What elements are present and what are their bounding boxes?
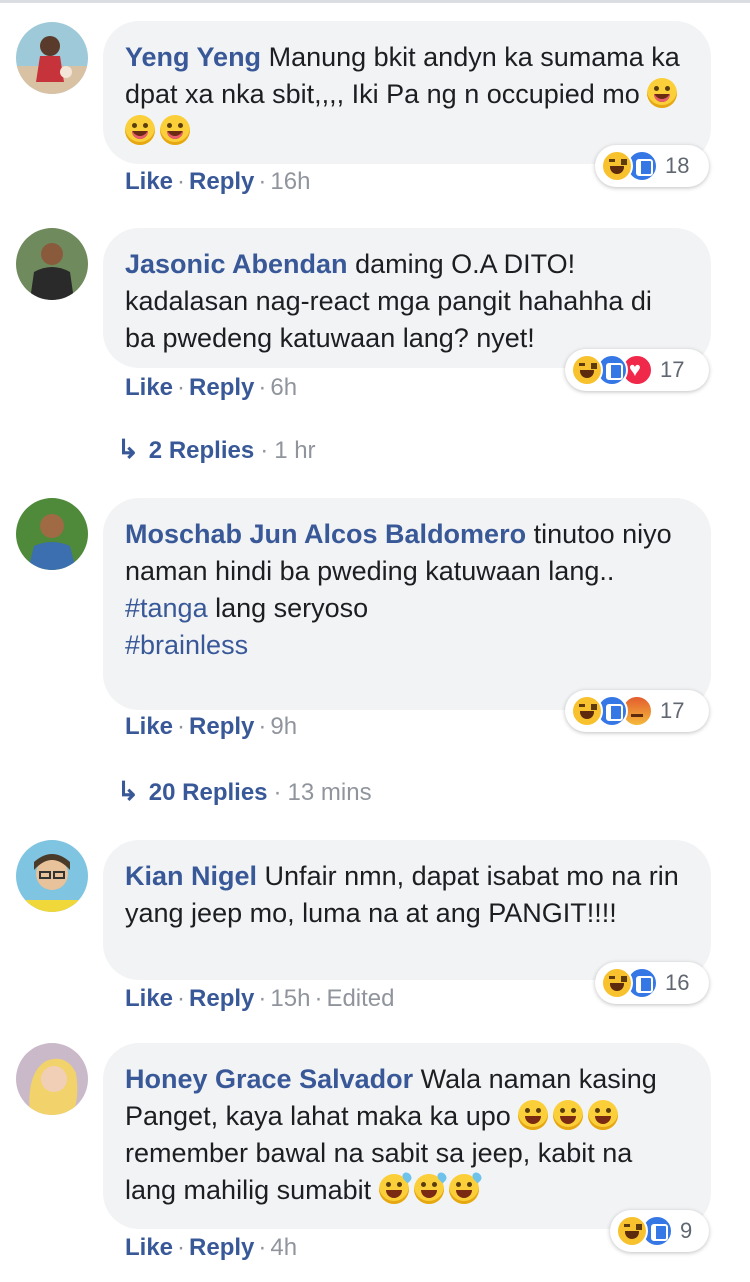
- replies-time: 1 hr: [274, 437, 316, 464]
- grin-emoji-icon: [518, 1100, 549, 1130]
- comment-author[interactable]: Jasonic Abendan: [125, 249, 348, 279]
- haha-reaction-icon: [571, 354, 603, 386]
- reaction-summary[interactable]: 17: [565, 349, 709, 391]
- reaction-count: 9: [680, 1218, 693, 1243]
- comment-actions: Like · Reply · 15h · Edited: [125, 985, 395, 1013]
- comment-author[interactable]: Honey Grace Salvador: [125, 1064, 413, 1094]
- comment-bubble: Kian Nigel Unfair nmn, dapat isabat mo n…: [103, 840, 711, 980]
- view-replies-link[interactable]: ↳ 2 Replies · 1 hr: [117, 434, 316, 465]
- top-divider: [0, 0, 750, 3]
- reaction-summary[interactable]: 9: [610, 1210, 709, 1252]
- replies-time: 13 mins: [287, 779, 372, 806]
- like-link[interactable]: Like: [125, 374, 173, 401]
- sweat-smile-emoji-icon: [413, 1170, 449, 1204]
- reaction-summary[interactable]: 16: [595, 962, 709, 1004]
- avatar[interactable]: [16, 840, 88, 912]
- comment-bubble: Yeng Yeng Manung bkit andyn ka sumama ka…: [103, 21, 711, 164]
- comment-text-suffix: lang seryoso: [207, 593, 369, 623]
- comment-bubble: Honey Grace Salvador Wala naman kasing P…: [103, 1043, 711, 1229]
- comment-actions: Like · Reply · 6h: [125, 374, 297, 402]
- reaction-count: 18: [665, 153, 690, 178]
- comment-bubble: Jasonic Abendan daming O.A DITO! kadalas…: [103, 228, 711, 368]
- separator: ·: [258, 374, 267, 401]
- reply-link[interactable]: Reply: [189, 713, 254, 740]
- comment-author[interactable]: Moschab Jun Alcos Baldomero: [125, 519, 526, 549]
- sweat-smile-emoji-icon: [448, 1170, 484, 1204]
- comment-actions: Like · Reply · 9h: [125, 713, 297, 741]
- sweat-smile-emoji-icon: [378, 1170, 414, 1204]
- reply-link[interactable]: Reply: [189, 168, 254, 195]
- comment-author[interactable]: Yeng Yeng: [125, 42, 261, 72]
- like-link[interactable]: Like: [125, 168, 173, 195]
- like-link[interactable]: Like: [125, 713, 173, 740]
- separator: ·: [260, 437, 269, 464]
- avatar[interactable]: [16, 498, 88, 570]
- timestamp[interactable]: 16h: [270, 168, 310, 195]
- tongue-emoji-icon: [160, 115, 190, 145]
- reply-link[interactable]: Reply: [189, 1234, 254, 1261]
- reaction-count: 17: [660, 698, 685, 723]
- separator: ·: [273, 779, 282, 806]
- grin-emoji-icon: [553, 1100, 584, 1130]
- separator: ·: [314, 985, 323, 1012]
- reply-arrow-icon: ↳: [117, 434, 139, 464]
- reply-link[interactable]: Reply: [189, 985, 254, 1012]
- haha-reaction-icon: [571, 695, 603, 727]
- reaction-summary[interactable]: 18: [595, 145, 709, 187]
- haha-reaction-icon: [616, 1215, 648, 1247]
- separator: ·: [177, 168, 186, 195]
- replies-count[interactable]: 20 Replies: [149, 779, 268, 806]
- reaction-count: 17: [660, 357, 685, 382]
- separator: ·: [258, 168, 267, 195]
- separator: ·: [177, 1234, 186, 1261]
- haha-reaction-icon: [601, 967, 633, 999]
- like-link[interactable]: Like: [125, 985, 173, 1012]
- timestamp[interactable]: 9h: [270, 713, 297, 740]
- reaction-count: 16: [665, 970, 690, 995]
- timestamp[interactable]: 4h: [270, 1234, 297, 1261]
- grin-emoji-icon: [588, 1100, 619, 1130]
- hashtag-link[interactable]: #brainless: [125, 630, 248, 660]
- reaction-summary[interactable]: 17: [565, 690, 709, 732]
- avatar[interactable]: [16, 22, 88, 94]
- comment-bubble: Moschab Jun Alcos Baldomero tinutoo niyo…: [103, 498, 711, 710]
- reply-arrow-icon: ↳: [117, 776, 139, 806]
- tongue-emoji-icon: [125, 115, 155, 145]
- haha-reaction-icon: [601, 150, 633, 182]
- like-link[interactable]: Like: [125, 1234, 173, 1261]
- timestamp[interactable]: 15h: [270, 985, 310, 1012]
- replies-count[interactable]: 2 Replies: [149, 437, 254, 464]
- view-replies-link[interactable]: ↳ 20 Replies · 13 mins: [117, 776, 372, 807]
- separator: ·: [258, 713, 267, 740]
- edited-label[interactable]: Edited: [326, 985, 394, 1012]
- reply-link[interactable]: Reply: [189, 374, 254, 401]
- timestamp[interactable]: 6h: [270, 374, 297, 401]
- comment-author[interactable]: Kian Nigel: [125, 861, 257, 891]
- separator: ·: [177, 374, 186, 401]
- comment-actions: Like · Reply · 16h: [125, 168, 310, 196]
- hashtag-link[interactable]: #tanga: [125, 593, 208, 623]
- comment-text: remember bawal na sabit sa jeep, kabit n…: [125, 1138, 633, 1205]
- comment-actions: Like · Reply · 4h: [125, 1234, 297, 1262]
- separator: ·: [177, 713, 186, 740]
- avatar[interactable]: [16, 1043, 88, 1115]
- separator: ·: [258, 985, 267, 1012]
- tongue-emoji-icon: [647, 78, 678, 108]
- separator: ·: [177, 985, 186, 1012]
- separator: ·: [258, 1234, 267, 1261]
- avatar[interactable]: [16, 228, 88, 300]
